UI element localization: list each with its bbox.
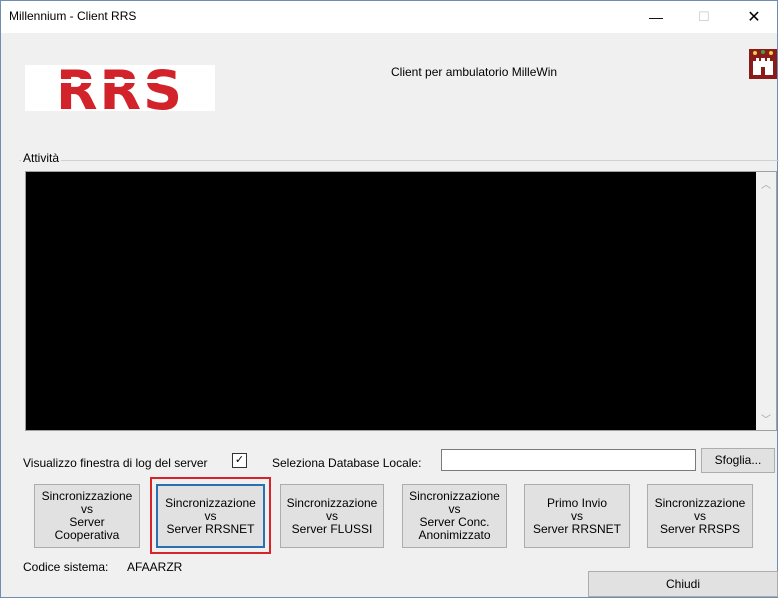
scroll-down-icon[interactable]: ﹀ <box>756 411 776 426</box>
sync-cooperativa-button[interactable]: Sincronizzazione vs Server Cooperativa <box>34 484 140 548</box>
scroll-up-icon[interactable]: ︿ <box>756 176 776 191</box>
castle-icon <box>749 49 777 79</box>
logo-text: RRS <box>56 59 184 117</box>
sync-rrsps-button[interactable]: Sincronizzazione vs Server RRSPS <box>647 484 753 548</box>
log-scrollbar[interactable]: ︿ ﹀ <box>756 172 776 430</box>
database-path-input[interactable] <box>441 449 696 471</box>
minimize-button[interactable]: — <box>634 1 678 33</box>
checkmark-icon: ✓ <box>234 454 245 466</box>
first-send-rrsnet-button[interactable]: Primo Invio vs Server RRSNET <box>524 484 630 548</box>
activity-log-area[interactable]: ︿ ﹀ <box>25 171 777 431</box>
highlight-frame <box>150 477 271 554</box>
sync-anonimizzato-button[interactable]: Sincronizzazione vs Server Conc. Anonimi… <box>402 484 507 548</box>
title-bar[interactable]: Millennium - Client RRS — ☐ ✕ <box>1 1 777 33</box>
system-code-value: AFAARZR <box>127 560 183 574</box>
close-window-button[interactable]: ✕ <box>732 1 776 33</box>
window-title: Millennium - Client RRS <box>9 9 137 23</box>
sync-flussi-button[interactable]: Sincronizzazione vs Server FLUSSI <box>280 484 384 548</box>
maximize-button: ☐ <box>682 1 726 33</box>
log-option-checkbox[interactable]: ✓ <box>232 453 247 468</box>
system-code-label: Codice sistema: <box>23 560 109 574</box>
browse-button[interactable]: Sfoglia... <box>701 448 775 473</box>
close-button[interactable]: Chiudi <box>588 571 778 597</box>
main-window: Millennium - Client RRS — ☐ ✕ RRS Client… <box>0 0 779 598</box>
activity-group-label: Attività <box>21 151 62 165</box>
database-label: Seleziona Database Locale: <box>272 456 422 470</box>
close-icon: ✕ <box>747 9 761 26</box>
log-option-label: Visualizzo finestra di log del server <box>23 456 208 470</box>
minimize-icon: — <box>649 9 663 25</box>
app-subtitle: Client per ambulatorio MilleWin <box>391 65 558 79</box>
rrs-logo: RRS <box>25 59 215 117</box>
maximize-icon: ☐ <box>698 9 710 24</box>
